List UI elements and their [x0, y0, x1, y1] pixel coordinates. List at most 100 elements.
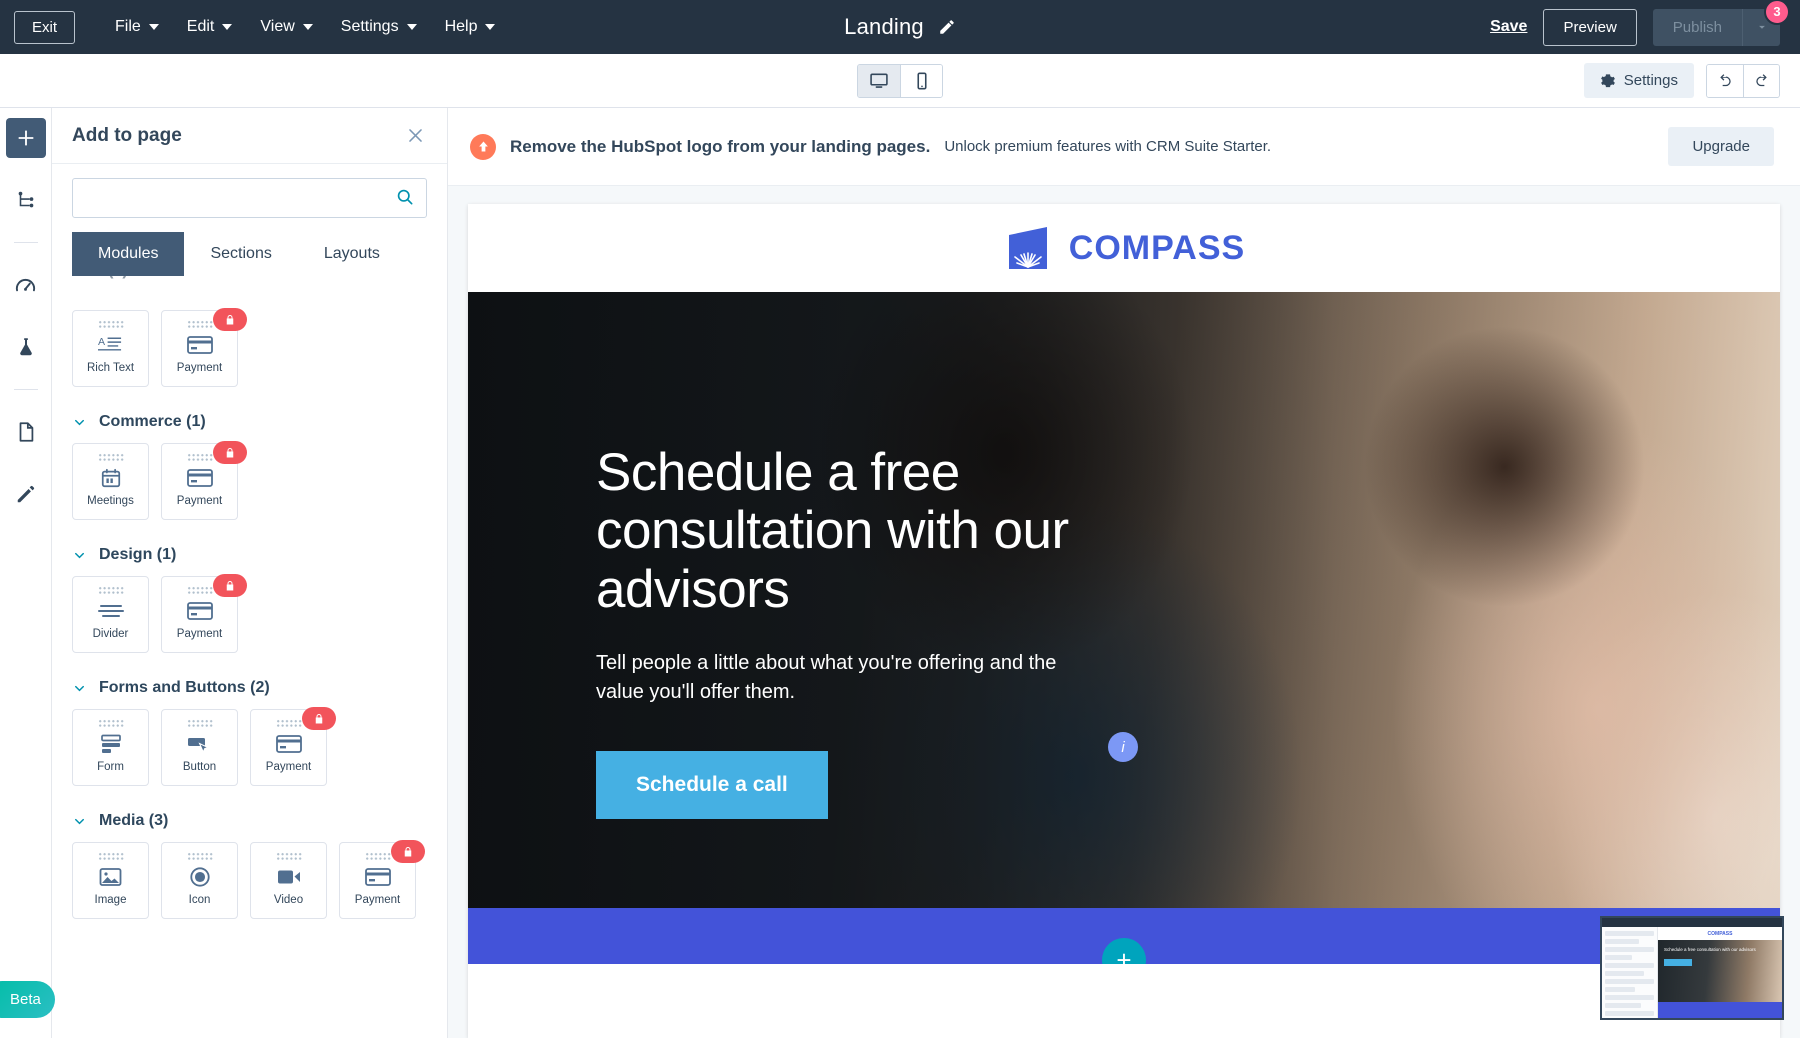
sitemap-icon[interactable]	[6, 180, 46, 220]
group-header-commerce[interactable]: Commerce (1)	[72, 413, 427, 431]
hero-body-text: Tell people a little about what you're o…	[596, 651, 1057, 703]
notification-badge[interactable]: 3	[1764, 0, 1790, 25]
mini-row	[1605, 931, 1654, 936]
exit-button[interactable]: Exit	[14, 10, 76, 44]
divider-icon	[97, 599, 124, 623]
lock-icon	[213, 441, 247, 464]
menu-edit[interactable]: Edit	[173, 10, 247, 44]
module-card-payment[interactable]: Payment	[339, 840, 425, 919]
group-label: Forms and Buttons (2)	[99, 679, 270, 696]
flask-icon[interactable]	[6, 327, 46, 367]
module-card-meetings[interactable]: Meetings	[72, 443, 149, 520]
module-label: Button	[182, 761, 217, 773]
module-card-icon[interactable]: Icon	[161, 842, 238, 919]
group-header-design[interactable]: Design (1)	[72, 546, 427, 564]
drag-grip-icon	[97, 852, 124, 861]
device-desktop-button[interactable]	[858, 64, 900, 97]
document-icon[interactable]	[6, 412, 46, 452]
drag-grip-icon	[275, 852, 302, 861]
menu-file[interactable]: File	[101, 10, 173, 44]
site-header: COMPASS	[468, 204, 1780, 292]
publish-split-button: Publish 3	[1652, 0, 1790, 46]
module-group-commerce: Commerce (1) Meetings Payment	[72, 413, 427, 520]
tab-sections[interactable]: Sections	[184, 232, 298, 276]
beta-badge[interactable]: Beta	[0, 981, 55, 1018]
save-button[interactable]: Save	[1490, 18, 1527, 36]
menu-file-label: File	[115, 18, 141, 35]
menu-bar: File Edit View Settings Help	[101, 10, 509, 44]
module-card-video[interactable]: Video	[250, 842, 327, 919]
add-module-button[interactable]	[5, 118, 46, 158]
chevron-down-icon	[302, 24, 313, 30]
mini-preview-thumbnail[interactable]: COMPASS Schedule a free consultation wit…	[1600, 916, 1784, 1020]
info-badge[interactable]: i	[1108, 732, 1138, 762]
search-icon[interactable]	[395, 187, 415, 207]
module-card-payment[interactable]: Payment	[161, 441, 247, 520]
close-icon[interactable]	[406, 126, 425, 145]
module-cards: Form Button Payment	[72, 707, 427, 786]
drag-grip-icon	[186, 320, 213, 329]
menu-view-label: View	[260, 18, 295, 35]
tab-modules[interactable]: Modules	[72, 232, 185, 276]
module-card-payment[interactable]: Payment	[161, 308, 247, 387]
preview-button[interactable]: Preview	[1543, 8, 1637, 46]
tab-layouts[interactable]: Layouts	[297, 232, 406, 276]
module-group-forms-and-buttons: Forms and Buttons (2) Form Button Paymen…	[72, 679, 427, 786]
lock-icon	[302, 707, 336, 730]
undo-button[interactable]	[1707, 64, 1743, 97]
banner-headline: Remove the HubSpot logo from your landin…	[510, 136, 931, 156]
group-header-forms-and-buttons[interactable]: Forms and Buttons (2)	[72, 679, 427, 697]
circle-icon	[189, 865, 211, 889]
drag-grip-icon	[186, 453, 213, 462]
upgrade-button[interactable]: Upgrade	[1668, 127, 1774, 166]
hero-module[interactable]: Schedule a free consultation with our ad…	[468, 292, 1780, 964]
module-card-form[interactable]: Form	[72, 709, 149, 786]
group-header-media[interactable]: Media (3)	[72, 812, 427, 830]
menu-help[interactable]: Help	[431, 10, 510, 44]
calendar-icon	[100, 466, 122, 490]
drag-grip-icon	[97, 719, 124, 728]
undo-redo-group	[1706, 63, 1780, 98]
rail-divider	[13, 242, 38, 243]
device-mobile-button[interactable]	[900, 64, 942, 97]
site-logo-text: COMPASS	[1068, 228, 1246, 267]
module-list[interactable]: A Rich Text Payment Commerce (1) Meeting…	[52, 304, 447, 1038]
module-card-image[interactable]: Image	[72, 842, 149, 919]
module-label: Rich Text	[86, 362, 135, 374]
group-label: Design (1)	[99, 546, 177, 563]
banner-subtext: Unlock premium features with CRM Suite S…	[944, 138, 1272, 155]
chevron-down-icon	[75, 552, 84, 558]
credit-card-icon	[186, 466, 213, 490]
mini-logo-text: COMPASS	[1707, 930, 1733, 937]
chevron-down-icon	[222, 24, 233, 30]
module-label: Payment	[176, 628, 223, 640]
module-label: Divider	[92, 628, 129, 640]
module-card-button[interactable]: Button	[161, 709, 238, 786]
mini-hero: Schedule a free consultation with our ad…	[1658, 940, 1782, 1002]
menu-settings-label: Settings	[340, 18, 399, 35]
module-card-payment[interactable]: Payment	[250, 707, 336, 786]
settings-button[interactable]: Settings	[1583, 63, 1694, 98]
menu-view[interactable]: View	[246, 10, 326, 44]
menu-settings[interactable]: Settings	[327, 10, 431, 44]
chevron-down-icon	[75, 685, 84, 691]
drag-grip-icon	[364, 852, 391, 861]
publish-button[interactable]: Publish	[1652, 8, 1742, 46]
brush-icon[interactable]	[6, 474, 46, 514]
hero-cta-button[interactable]: Schedule a call	[596, 750, 828, 819]
redo-button[interactable]	[1743, 64, 1779, 97]
gauge-icon[interactable]	[6, 265, 46, 305]
module-card-rich-text[interactable]: A Rich Text	[72, 310, 149, 387]
search-input[interactable]	[72, 178, 427, 218]
module-label: Payment	[265, 761, 312, 773]
site-logo[interactable]: COMPASS	[1003, 223, 1245, 273]
mini-logo: COMPASS	[1658, 927, 1782, 940]
mini-row	[1605, 947, 1654, 952]
pencil-icon[interactable]	[938, 18, 956, 36]
module-group-media: Media (3) Image Icon Video Payment	[72, 812, 427, 919]
button-cursor-icon	[187, 732, 212, 756]
module-card-divider[interactable]: Divider	[72, 576, 149, 653]
chevron-down-icon	[406, 24, 417, 30]
mini-row	[1605, 995, 1654, 1000]
module-card-payment[interactable]: Payment	[161, 574, 247, 653]
